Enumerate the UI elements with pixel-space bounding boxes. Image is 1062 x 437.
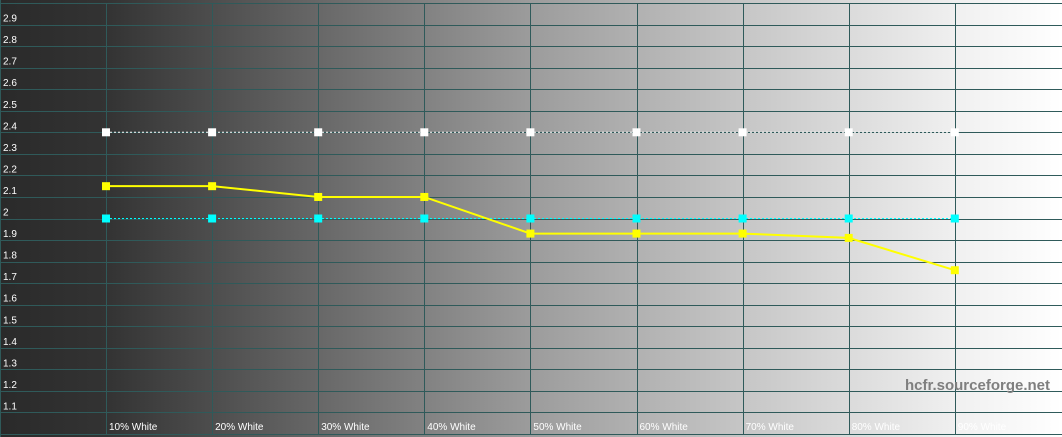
y-tick-label: 1.4 <box>3 337 17 348</box>
data-point-marker <box>526 128 535 137</box>
data-point-marker <box>420 128 429 137</box>
data-point-marker <box>632 128 641 137</box>
x-tick-label: 60% White <box>640 422 689 433</box>
y-tick-label: 2.9 <box>3 14 17 25</box>
y-tick-label: 2.8 <box>3 35 17 46</box>
data-point-marker <box>420 192 429 201</box>
x-axis-ticks: 10% White 20% White 30% White 40% White 50% … <box>109 422 1007 433</box>
data-point-marker <box>738 214 747 223</box>
data-point-marker <box>102 214 110 223</box>
y-tick-label: 1.3 <box>3 358 17 369</box>
data-point-marker <box>420 214 429 223</box>
data-point-marker <box>844 214 853 223</box>
data-point-marker <box>314 128 323 137</box>
data-point-marker <box>950 214 959 223</box>
data-point-marker <box>208 128 217 137</box>
x-tick-label: 10% White <box>109 422 158 433</box>
gamma-chart: 1.1 1.2 1.3 1.4 1.5 1.6 1.7 1.8 1.9 2 2.1 2.2 2.3 2.4… <box>0 0 1062 437</box>
y-tick-label: 2.3 <box>3 143 17 154</box>
x-tick-label: 50% White <box>533 422 582 433</box>
data-point-marker <box>844 233 853 242</box>
y-tick-label: 1.2 <box>3 380 17 391</box>
data-point-marker <box>632 229 641 238</box>
y-tick-label: 2.6 <box>3 78 17 89</box>
data-point-marker <box>950 128 959 137</box>
x-tick-label: 70% White <box>746 422 795 433</box>
x-tick-label: 40% White <box>427 422 476 433</box>
y-tick-label: 1.1 <box>3 401 17 412</box>
y-tick-label: 2 <box>3 208 9 219</box>
y-tick-label: 2.5 <box>3 100 17 111</box>
data-point-marker <box>738 128 747 137</box>
y-tick-label: 1.9 <box>3 229 17 240</box>
y-tick-label: 1.7 <box>3 272 17 283</box>
x-tick-label: 90% White <box>958 422 1007 433</box>
data-point-marker <box>208 214 217 223</box>
y-tick-label: 1.5 <box>3 315 17 326</box>
data-point-marker <box>526 214 535 223</box>
watermark: hcfr.sourceforge.net <box>905 377 1050 394</box>
data-point-marker <box>314 192 323 201</box>
data-point-marker <box>314 214 323 223</box>
y-tick-label: 2.4 <box>3 121 17 132</box>
y-tick-label: 2.1 <box>3 186 17 197</box>
y-tick-label: 1.6 <box>3 294 17 305</box>
x-tick-label: 80% White <box>852 422 901 433</box>
y-tick-label: 1.8 <box>3 251 17 262</box>
x-tick-label: 30% White <box>321 422 370 433</box>
data-point-marker <box>738 229 747 238</box>
y-tick-label: 2.7 <box>3 57 17 68</box>
data-point-marker <box>844 128 853 137</box>
data-point-marker <box>102 128 110 137</box>
data-point-marker <box>526 229 535 238</box>
data-point-marker <box>208 182 217 191</box>
data-point-marker <box>632 214 641 223</box>
x-tick-label: 20% White <box>215 422 264 433</box>
data-point-marker <box>950 266 959 275</box>
y-tick-label: 2.2 <box>3 164 17 175</box>
data-point-marker <box>102 182 110 191</box>
